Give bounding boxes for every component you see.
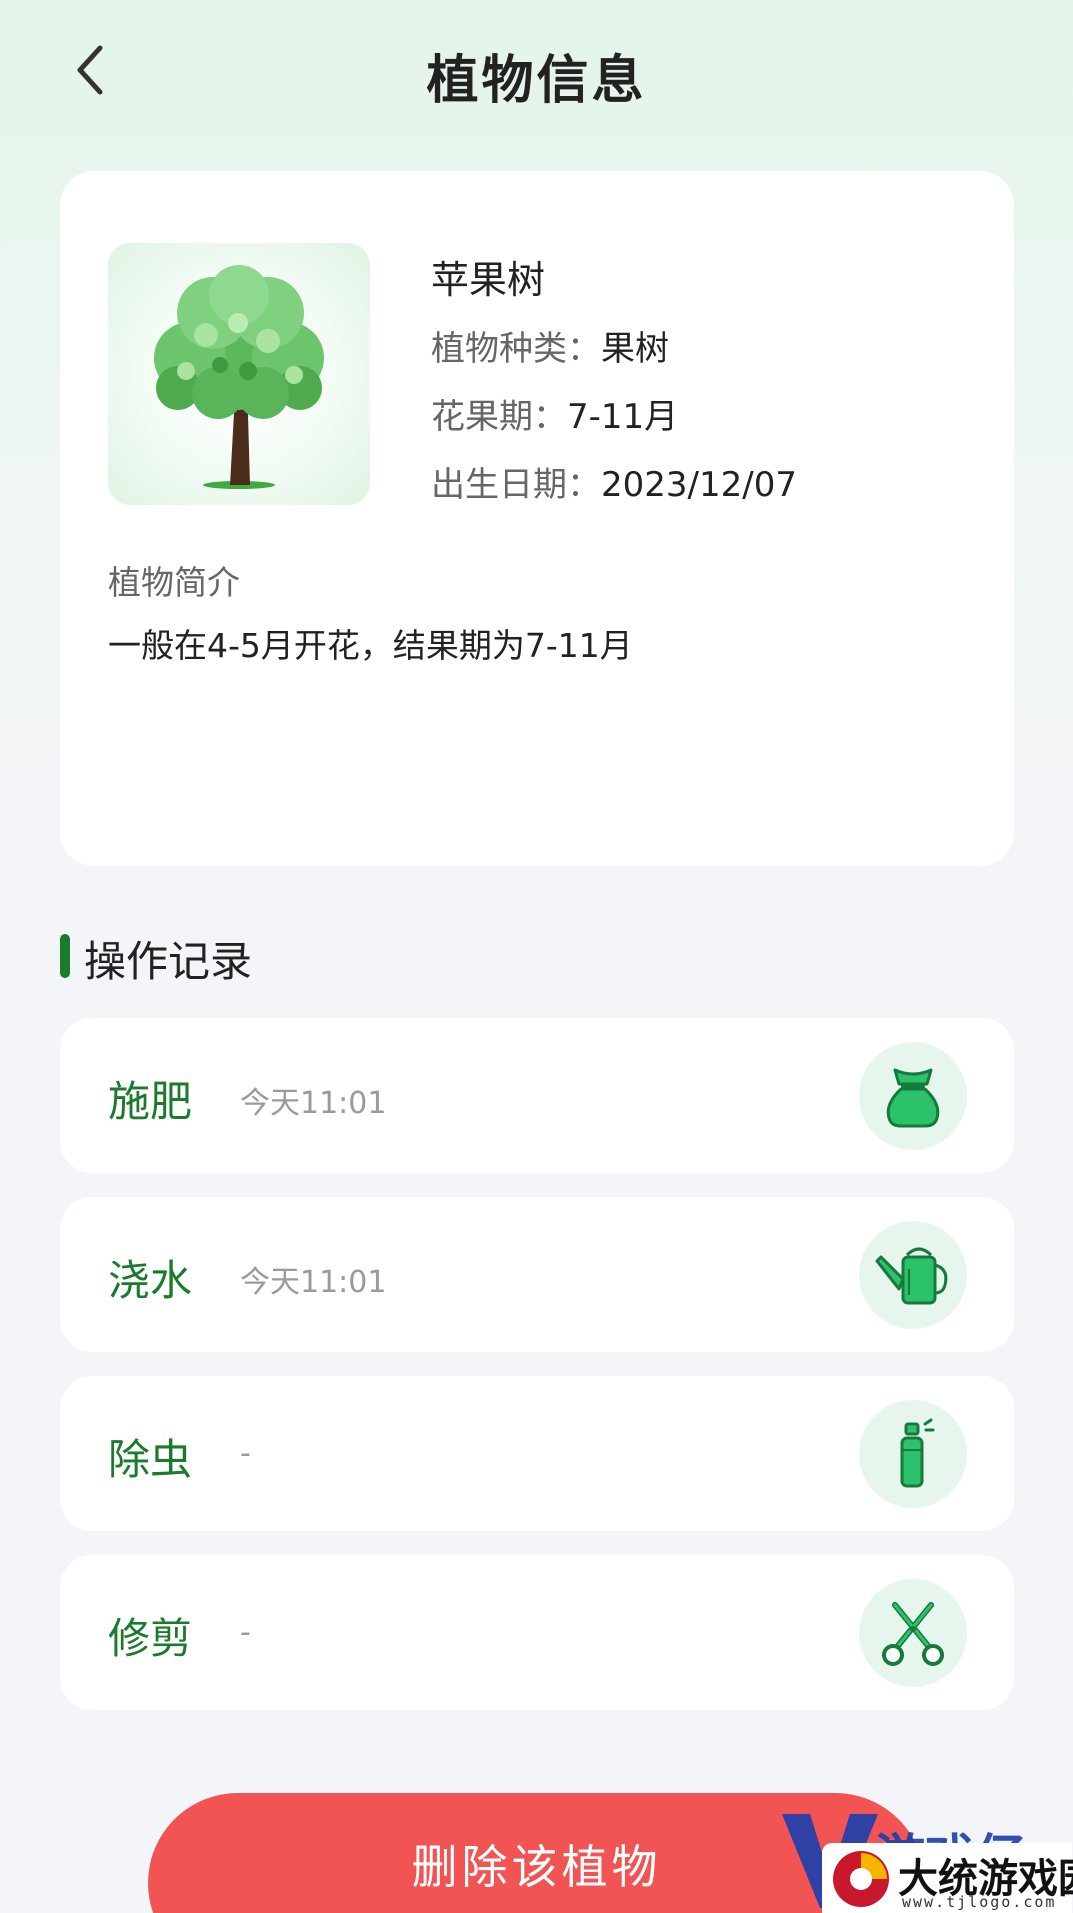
record-item-fertilize[interactable]: 施肥 今天11:01 bbox=[60, 1018, 1014, 1173]
flower-fruit-period-label: 花果期： bbox=[431, 397, 567, 437]
spray-bottle-icon bbox=[900, 1418, 935, 1488]
fertilizer-bag-icon bbox=[886, 1068, 940, 1128]
flower-fruit-period-row: 花果期：7-11月 bbox=[431, 389, 678, 438]
section-accent-bar bbox=[60, 934, 70, 978]
birth-date-label: 出生日期： bbox=[431, 465, 601, 505]
record-item-watering[interactable]: 浇水 今天11:01 bbox=[60, 1197, 1014, 1352]
watermark-badge: 大统游戏园 www.tjlogo.com bbox=[822, 1843, 1073, 1913]
watermark-url: www.tjlogo.com bbox=[902, 1893, 1057, 1911]
birth-date-value: 2023/12/07 bbox=[601, 465, 797, 505]
record-name: 修剪 bbox=[108, 1614, 193, 1663]
section-title-text: 操作记录 bbox=[84, 937, 253, 986]
plant-info-card: 苹果树 植物种类：果树 花果期：7-11月 出生日期：2023/12/07 植物… bbox=[60, 171, 1014, 866]
birth-date-row: 出生日期：2023/12/07 bbox=[431, 457, 797, 506]
record-time: - bbox=[240, 1615, 251, 1650]
plant-type-value: 果树 bbox=[601, 329, 669, 369]
top-bar: 植物信息 bbox=[0, 0, 1073, 140]
record-time: 今天11:01 bbox=[240, 1265, 387, 1300]
record-item-pest-control[interactable]: 除虫 - bbox=[60, 1376, 1014, 1531]
tree-illustration bbox=[154, 265, 324, 489]
plant-image bbox=[108, 243, 370, 505]
watermark-logo-icon bbox=[833, 1851, 889, 1907]
record-time: - bbox=[240, 1436, 251, 1471]
record-name: 浇水 bbox=[108, 1256, 193, 1305]
page-title: 植物信息 bbox=[426, 51, 647, 111]
pruning-action-button[interactable] bbox=[859, 1579, 967, 1687]
record-name: 除虫 bbox=[108, 1435, 193, 1484]
plant-type-row: 植物种类：果树 bbox=[431, 321, 669, 370]
flower-fruit-period-value: 7-11月 bbox=[567, 397, 679, 437]
plant-intro-text: 一般在4-5月开花，结果期为7-11月 bbox=[108, 626, 633, 665]
plant-name: 苹果树 bbox=[431, 258, 546, 302]
watering-action-button[interactable] bbox=[859, 1221, 967, 1329]
plant-intro-title: 植物简介 bbox=[108, 563, 240, 602]
scissors-icon bbox=[882, 1602, 944, 1666]
record-time: 今天11:01 bbox=[240, 1086, 387, 1121]
record-name: 施肥 bbox=[108, 1077, 193, 1126]
watering-can-icon bbox=[875, 1247, 948, 1305]
pest-control-action-button[interactable] bbox=[859, 1400, 967, 1508]
record-item-pruning[interactable]: 修剪 - bbox=[60, 1555, 1014, 1710]
fertilize-action-button[interactable] bbox=[859, 1042, 967, 1150]
plant-type-label: 植物种类： bbox=[431, 329, 601, 369]
